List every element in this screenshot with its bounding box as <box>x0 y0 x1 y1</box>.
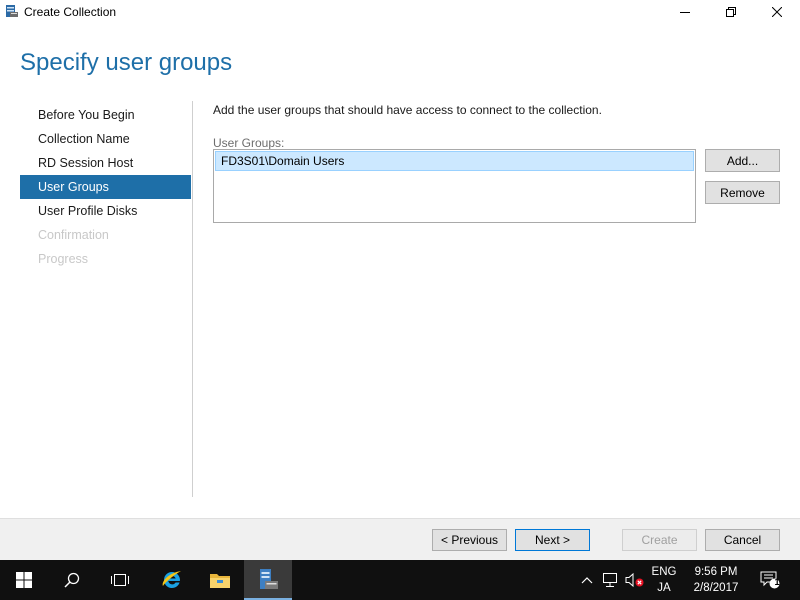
nav-item-confirmation: Confirmation <box>38 228 109 242</box>
nav-item-user-groups[interactable]: User Groups <box>20 175 191 199</box>
action-center-icon[interactable]: 1 <box>756 560 784 600</box>
server-manager-icon <box>5 4 19 18</box>
windows-start-icon[interactable] <box>0 560 48 600</box>
clock[interactable]: 9:56 PM 2/8/2017 <box>686 564 746 596</box>
language-text: ENG <box>651 566 677 578</box>
notification-count: 1 <box>774 577 780 587</box>
previous-button[interactable]: < Previous <box>432 529 507 551</box>
nav-item-rd-session-host[interactable]: RD Session Host <box>20 151 191 175</box>
volume-muted-icon[interactable] <box>624 560 646 600</box>
cancel-button[interactable]: Cancel <box>705 529 780 551</box>
taskbar: ENG JA 9:56 PM 2/8/2017 1 <box>0 560 800 600</box>
internet-explorer-icon[interactable] <box>148 560 196 600</box>
nav-item-before-you-begin[interactable]: Before You Begin <box>20 103 191 127</box>
user-groups-list[interactable]: FD3S01\Domain Users <box>213 149 696 223</box>
input-mode-text: JA <box>657 582 671 594</box>
clock-time: 9:56 PM <box>694 566 738 578</box>
wizard-footer: < Previous Next > Create Cancel <box>0 518 800 560</box>
input-language-indicator[interactable]: ENG JA <box>646 564 682 596</box>
page-title: Specify user groups <box>20 49 233 76</box>
window-title: Create Collection <box>24 5 117 19</box>
chevron-up-icon[interactable] <box>578 560 596 600</box>
network-icon[interactable] <box>600 560 622 600</box>
create-collection-window: Create Collection Specify user groups Be… <box>0 0 800 560</box>
close-button[interactable] <box>754 0 800 24</box>
clock-date: 2/8/2017 <box>693 582 739 594</box>
search-icon[interactable] <box>48 560 96 600</box>
next-button[interactable]: Next > <box>515 529 590 551</box>
add-button[interactable]: Add... <box>705 149 780 172</box>
nav-item-collection-name[interactable]: Collection Name <box>20 127 191 151</box>
instruction-text: Add the user groups that should have acc… <box>213 103 602 117</box>
minimize-button[interactable] <box>662 0 708 24</box>
restore-button[interactable] <box>708 0 754 24</box>
remove-button[interactable]: Remove <box>705 181 780 204</box>
title-bar[interactable]: Create Collection <box>0 0 800 24</box>
create-button: Create <box>622 529 697 551</box>
nav-divider <box>192 101 193 497</box>
wizard-nav: Before You Begin Collection Name RD Sess… <box>20 103 191 271</box>
nav-item-user-profile-disks[interactable]: User Profile Disks <box>20 199 191 223</box>
list-item[interactable]: FD3S01\Domain Users <box>215 151 694 171</box>
user-groups-label: User Groups: <box>213 136 285 150</box>
task-view-icon[interactable] <box>96 560 144 600</box>
server-manager-taskbar-icon[interactable] <box>244 560 292 600</box>
nav-item-progress: Progress <box>38 252 89 266</box>
file-explorer-icon[interactable] <box>196 560 244 600</box>
